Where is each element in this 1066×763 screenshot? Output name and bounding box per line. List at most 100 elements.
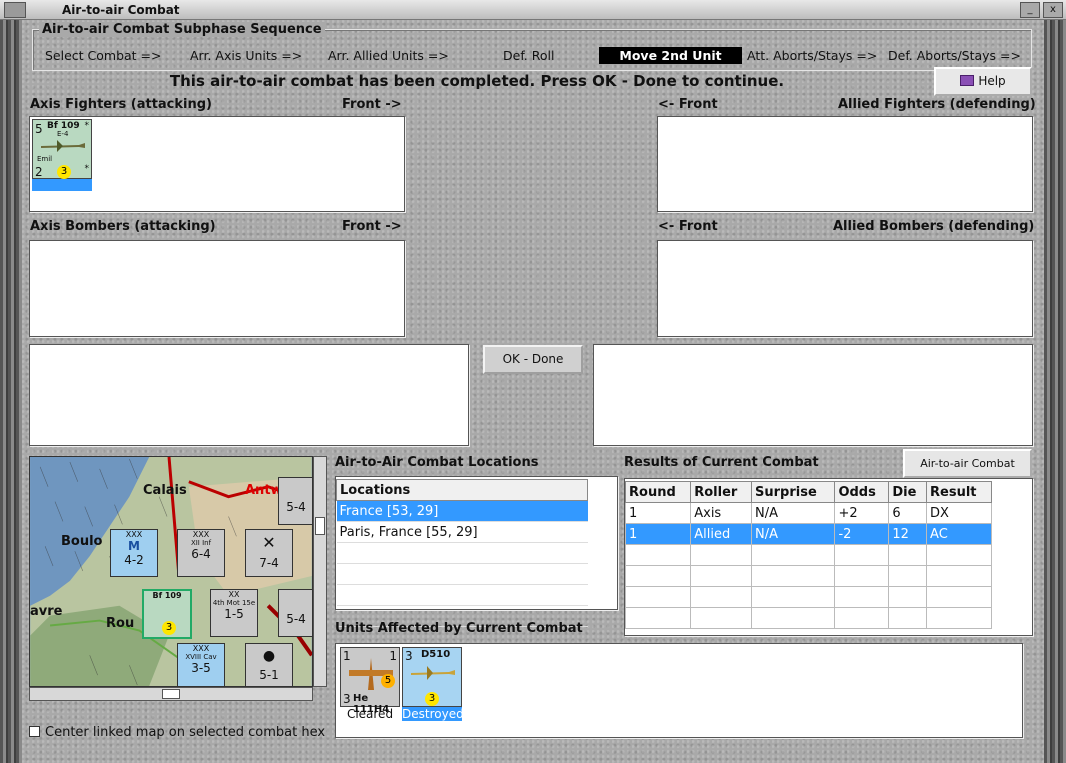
results-column-header[interactable]: Result (926, 481, 992, 503)
fighter-plane-icon (411, 666, 455, 680)
results-cell (888, 586, 928, 608)
results-cell (888, 544, 928, 566)
axis-fighters-panel[interactable]: 5 Bf 109 E-4 * Emil 2 3 * (29, 116, 405, 212)
results-cell (834, 586, 890, 608)
results-cell (624, 607, 692, 629)
allied-fighters-panel[interactable] (657, 116, 1033, 212)
map-label-rouen: Rou (106, 616, 135, 631)
window-menu-icon[interactable] (4, 2, 26, 18)
step-arr-axis-units: Arr. Axis Units => (190, 48, 303, 63)
map-horizontal-scrollbar[interactable] (29, 687, 313, 701)
air-combat-chart-button[interactable]: Air-to-air Combat Chart (903, 449, 1032, 495)
fighter-plane-icon (41, 140, 85, 152)
map-vertical-scrollbar[interactable] (313, 456, 327, 687)
results-cell (690, 586, 753, 608)
results-cell (751, 607, 836, 629)
location-row[interactable] (336, 563, 588, 585)
units-affected-panel[interactable]: 1 1 5 3 He 111H4 Cleared 3 D510 3 Destro… (335, 643, 1023, 738)
axis-bombers-panel[interactable] (29, 240, 405, 337)
results-cell: AC (926, 523, 992, 545)
window-frame-left (0, 20, 22, 763)
step-att-aborts: Att. Aborts/Stays => (747, 48, 878, 63)
results-row[interactable] (624, 586, 992, 608)
map-counter-6-4[interactable]: XXX XII Inf 6-4 (177, 529, 225, 577)
unit-counter-he111[interactable]: 1 1 5 3 He 111H4 (340, 647, 400, 715)
map-counter-5-1[interactable]: ● 5-1 (245, 643, 293, 686)
map-label-havre: avre (30, 604, 63, 619)
results-cell (751, 544, 836, 566)
results-cell (834, 544, 890, 566)
axis-fighters-front: Front -> (342, 97, 402, 112)
results-cell (888, 565, 928, 587)
results-row[interactable]: 1 Axis N/A +2 6 DX (624, 502, 992, 524)
allied-fighters-front: <- Front (658, 97, 718, 112)
map-counter-7-4[interactable]: ✕ 7-4 (245, 529, 293, 577)
center-map-checkbox[interactable]: Center linked map on selected combat hex (29, 725, 325, 740)
map-label-antw: Antw (245, 483, 283, 498)
results-cell: Allied (690, 523, 753, 545)
results-cell: +2 (834, 502, 890, 524)
allied-message-panel (593, 344, 1033, 446)
map-counter-5-4-top[interactable]: 5-4 (278, 477, 312, 525)
results-cell: Axis (690, 502, 753, 524)
results-cell: -2 (834, 523, 890, 545)
results-cell (690, 565, 753, 587)
window-title: Air-to-air Combat (62, 3, 180, 17)
combat-dialog: Air-to-air Combat Subphase Sequence Sele… (22, 20, 1044, 763)
map-counter-5-4[interactable]: 5-4 (278, 589, 312, 637)
status-message: This air-to-air combat has been complete… (169, 72, 785, 90)
center-map-checkbox-label: Center linked map on selected combat hex (45, 725, 326, 740)
map-hscroll-thumb[interactable] (162, 689, 180, 699)
location-row[interactable]: France [53, 29] (336, 500, 588, 522)
locations-list[interactable]: Locations France [53, 29] Paris, France [… (335, 476, 618, 627)
linked-map[interactable]: Calais Antw Boulo avre Rou XXX M 4-2 XXX… (29, 456, 313, 687)
allied-bombers-label: Allied Bombers (defending) (833, 219, 1035, 234)
window-titlebar: Air-to-air Combat _ x (0, 0, 1066, 20)
axis-message-panel (29, 344, 469, 446)
results-column-header[interactable]: Die (888, 481, 928, 503)
minimize-icon[interactable]: _ (1020, 2, 1040, 18)
results-table-panel[interactable]: Round Roller Surprise Odds Die Result 1 Axis N/… (624, 478, 1033, 636)
results-row[interactable] (624, 544, 992, 566)
subphase-sequence: Air-to-air Combat Subphase Sequence Sele… (32, 22, 1032, 71)
results-cell: DX (926, 502, 992, 524)
results-column-header[interactable]: Surprise (751, 481, 836, 503)
step-def-aborts: Def. Aborts/Stays => (888, 48, 1021, 63)
map-counter-3-5[interactable]: XXX XVIII Cav 3-5 (177, 643, 225, 686)
results-cell (926, 544, 992, 566)
results-row[interactable] (624, 607, 992, 629)
results-column-header[interactable]: Roller (690, 481, 753, 503)
map-counter-4-2[interactable]: XXX M 4-2 (110, 529, 158, 577)
results-row[interactable]: 1 Allied N/A -2 12 AC (624, 523, 992, 545)
close-icon[interactable]: x (1043, 2, 1063, 18)
allied-bombers-panel[interactable] (657, 240, 1033, 337)
results-column-header[interactable]: Odds (834, 481, 890, 503)
map-vscroll-thumb[interactable] (315, 517, 325, 535)
unit-counter-d510[interactable]: 3 D510 3 (402, 647, 462, 707)
checkbox-box[interactable] (29, 726, 40, 737)
allied-fighters-label: Allied Fighters (defending) (838, 97, 1036, 112)
window-frame-right (1044, 20, 1066, 763)
help-button[interactable]: Help (934, 67, 1032, 96)
locations-column-header[interactable]: Locations (336, 479, 588, 501)
location-row[interactable]: Paris, France [55, 29] (336, 521, 588, 543)
results-cell (690, 544, 753, 566)
axis-bombers-label: Axis Bombers (attacking) (30, 219, 216, 234)
location-cell (336, 584, 588, 606)
subphase-title: Air-to-air Combat Subphase Sequence (39, 22, 325, 37)
results-column-header[interactable]: Round (624, 481, 692, 503)
results-cell (926, 607, 992, 629)
unit-he111-caption: Cleared (346, 707, 394, 721)
map-counter-bf109[interactable]: Bf 109 3 (142, 589, 192, 639)
results-cell (751, 565, 836, 587)
map-counter-1-5[interactable]: XX 4th Mot 15e 1-5 (210, 589, 258, 637)
results-row[interactable] (624, 565, 992, 587)
location-row[interactable] (336, 584, 588, 606)
unit-d510-caption: Destroyed (402, 707, 464, 721)
unit-counter-bf109[interactable]: 5 Bf 109 E-4 * Emil 2 3 * (32, 119, 92, 179)
results-cell (624, 544, 692, 566)
results-cell: N/A (751, 502, 836, 524)
location-row[interactable] (336, 542, 588, 564)
ok-done-button[interactable]: OK - Done (483, 345, 583, 374)
strength-dot: 3 (57, 165, 71, 179)
